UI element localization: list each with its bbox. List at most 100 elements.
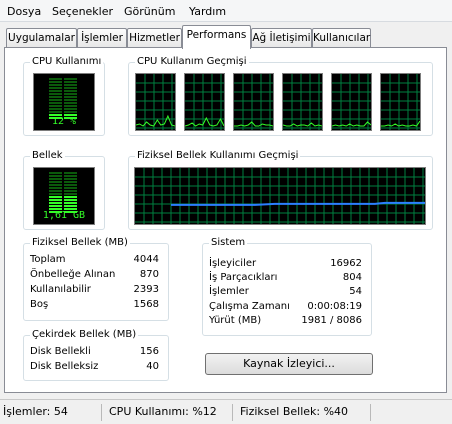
stat-key: İşleyiciler [209, 258, 257, 269]
cpu-meter-segment [49, 81, 62, 83]
memory-meter-segment [49, 178, 62, 180]
memory-meter-segment [49, 187, 62, 189]
cpu-meter-segment [64, 105, 77, 107]
memory-meter-segment [64, 199, 77, 201]
cpu-meter-segment [64, 93, 77, 95]
memory-meter-segment [64, 181, 77, 183]
cpu-usage-meter: 12 % [33, 73, 95, 131]
kernel-memory-group: Çekirdek Bellek (MB) Disk Bellekli 156 Di… [23, 329, 169, 381]
memory-group: Bellek 1,61 GB [23, 150, 105, 230]
menu-file[interactable]: Dosya [7, 5, 41, 18]
menu-bar: Dosya Seçenekler Görünüm Yardım [0, 0, 452, 22]
memory-history-plot [135, 168, 425, 224]
cpu-meter-segment [49, 96, 62, 98]
memory-meter-segment [64, 205, 77, 207]
cpu-meter-segment [49, 99, 62, 101]
stat-key: Disk Bellekli [30, 346, 91, 357]
stat-key: Yürüt (MB) [209, 315, 262, 326]
stat-row: Kullanılabilir 2393 [30, 284, 159, 298]
cpu-usage-group: CPU Kullanımı 12 % [23, 56, 105, 136]
status-cpu: CPU Kullanımı: %12 [109, 405, 217, 418]
status-separator [370, 404, 371, 421]
cpu-core-line [381, 120, 420, 127]
menu-help[interactable]: Yardım [189, 5, 226, 18]
performance-panel: CPU Kullanımı 12 % CPU Kullanım Geçmişi … [4, 47, 447, 393]
memory-meter-segment [64, 190, 77, 192]
stat-key: Disk Belleksiz [30, 361, 99, 372]
memory-meter-segment [64, 202, 77, 204]
memory-history-graph [134, 167, 426, 225]
stat-value: 1981 / 8086 [301, 315, 362, 326]
stat-value: 804 [342, 272, 362, 283]
cpu-history-title: CPU Kullanım Geçmişi [135, 56, 249, 68]
stat-key: Çalışma Zamanı [209, 301, 290, 312]
cpu-meter-segment [64, 78, 77, 80]
cpu-meter-segment [49, 105, 62, 107]
status-memory: Fiziksel Bellek: %40 [240, 405, 349, 418]
tab-users[interactable]: Kullanıcılar [312, 28, 371, 48]
tab-services[interactable]: Hizmetler [127, 28, 182, 48]
cpu-core-line [283, 122, 322, 127]
stat-row: Toplam 4044 [30, 254, 159, 268]
memory-meter-segment [64, 187, 77, 189]
stat-value: 0:00:08:19 [307, 301, 362, 312]
stat-key: İşlemler [209, 286, 249, 297]
stat-value: 1568 [133, 299, 159, 310]
memory-history-title: Fiziksel Bellek Kullanımı Geçmişi [135, 150, 301, 162]
status-processes: İşlemler: 54 [3, 405, 68, 418]
cpu-usage-bars [49, 78, 77, 119]
cpu-usage-title: CPU Kullanımı [30, 56, 104, 68]
memory-meter-segment [64, 178, 77, 180]
tab-networking[interactable]: Ağ İletişimi [251, 28, 312, 48]
cpu-meter-segment [64, 99, 77, 101]
cpu-meter-segment [49, 87, 62, 89]
stat-value: 4044 [133, 254, 159, 265]
physical-memory-table: Toplam 4044 Önbelleğe Alınan 870 Kullanıla… [30, 254, 159, 316]
cpu-meter-segment [49, 93, 62, 95]
cpu-core-line [332, 121, 371, 127]
menu-view[interactable]: Görünüm [124, 5, 175, 18]
cpu-core-line [136, 114, 175, 127]
stat-value: 870 [139, 269, 159, 280]
stat-row: İşlemler 54 [209, 286, 362, 300]
stat-key: İş Parçacıkları [209, 272, 278, 283]
cpu-meter-segment [49, 84, 62, 86]
memory-meter-segment [64, 193, 77, 195]
cpu-meter-segment [49, 90, 62, 92]
physical-memory-group: Fiziksel Bellek (MB) Toplam 4044 Önbelleğ… [23, 237, 169, 321]
memory-value: 1,61 GB [42, 210, 86, 221]
cpu-meter-segment [64, 108, 77, 110]
memory-meter: 1,61 GB [33, 167, 95, 225]
cpu-usage-value: 12 % [51, 116, 77, 127]
cpu-core-line [234, 121, 273, 127]
stat-key: Kullanılabilir [30, 284, 91, 295]
cpu-core-graph [380, 73, 421, 131]
status-separator [101, 404, 102, 421]
physical-memory-title: Fiziksel Bellek (MB) [30, 237, 130, 249]
memory-meter-segment [49, 172, 62, 174]
memory-meter-segment [64, 172, 77, 174]
memory-meter-segment [64, 196, 77, 198]
cpu-meter-segment [49, 78, 62, 80]
memory-title: Bellek [30, 150, 65, 162]
stat-value: 2393 [133, 284, 159, 295]
stat-row: Yürüt (MB) 1981 / 8086 [209, 315, 362, 329]
memory-meter-segment [49, 196, 62, 198]
memory-meter-segment [49, 202, 62, 204]
resource-monitor-button[interactable]: Kaynak İzleyici... [205, 353, 373, 375]
tab-applications[interactable]: Uygulamalar [6, 28, 77, 48]
tab-strip: Uygulamalar İşlemler Hizmetler Performan… [0, 24, 452, 49]
tab-processes[interactable]: İşlemler [77, 28, 127, 48]
stat-value: 156 [139, 346, 159, 357]
tab-performance[interactable]: Performans [182, 25, 251, 49]
stat-row: Çalışma Zamanı 0:00:08:19 [209, 301, 362, 315]
memory-meter-segment [64, 184, 77, 186]
memory-meter-segment [64, 175, 77, 177]
cpu-core-graph [233, 73, 274, 131]
cpu-meter-segment [49, 108, 62, 110]
memory-meter-segment [49, 181, 62, 183]
stat-key: Boş [30, 299, 49, 310]
status-separator [232, 404, 233, 421]
menu-options[interactable]: Seçenekler [52, 5, 113, 18]
stat-value: 54 [349, 286, 362, 297]
